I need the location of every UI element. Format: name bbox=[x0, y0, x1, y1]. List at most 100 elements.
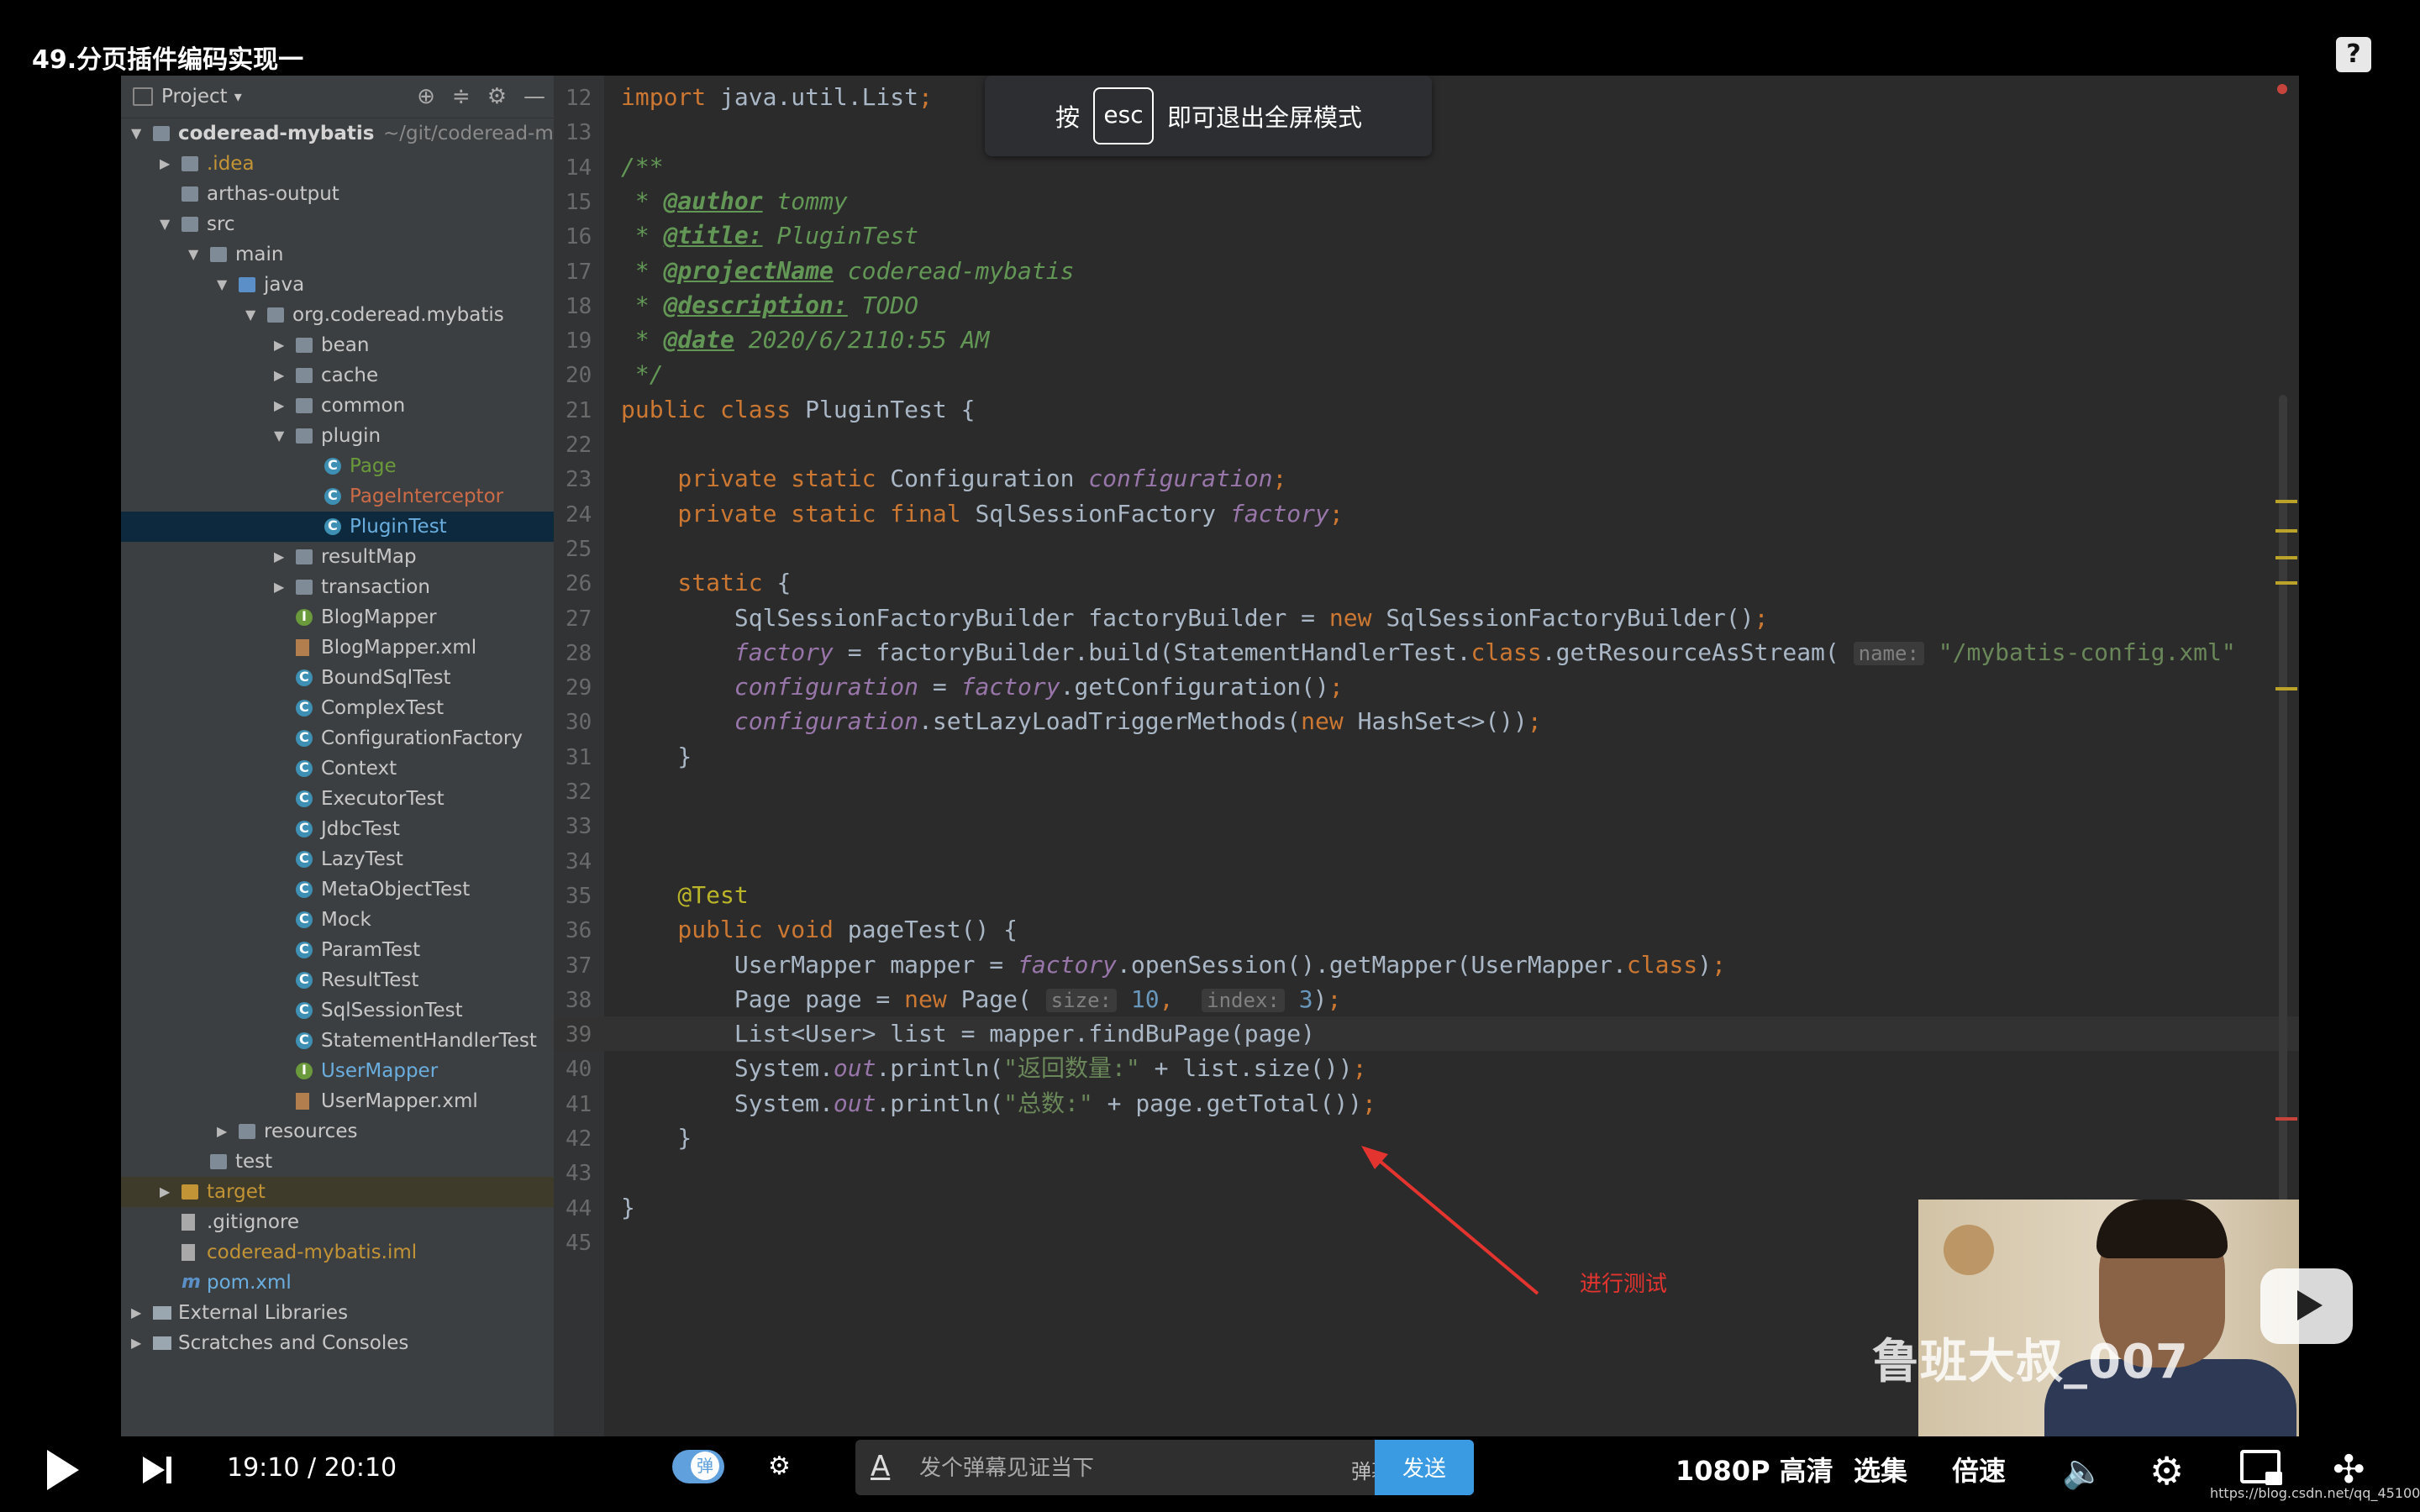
expanded-arrow-icon[interactable]: ▼ bbox=[131, 118, 145, 149]
tree-item[interactable]: ▼ coderead-mybatis ~/git/coderead-m bbox=[121, 118, 554, 149]
picture-in-picture-icon[interactable] bbox=[2240, 1450, 2282, 1485]
code-line[interactable]: 27 SqlSessionFactoryBuilder factoryBuild… bbox=[554, 601, 2299, 635]
tree-item[interactable]: coderead-mybatis.iml bbox=[121, 1237, 554, 1268]
code-line[interactable]: 23 private static Configuration configur… bbox=[554, 461, 2299, 496]
help-icon[interactable]: ? bbox=[2336, 37, 2371, 72]
expanded-arrow-icon[interactable]: ▼ bbox=[217, 270, 230, 300]
tree-item[interactable]: ConfigurationFactory bbox=[121, 722, 554, 753]
gear-icon[interactable]: ⚙ bbox=[487, 84, 507, 109]
code-line[interactable]: 31 } bbox=[554, 739, 2299, 774]
tree-item[interactable]: BoundSqlTest bbox=[121, 662, 554, 693]
error-marker[interactable] bbox=[2275, 1117, 2297, 1121]
code-line[interactable]: 17 * @projectName coderead-mybatis bbox=[554, 254, 2299, 288]
next-icon[interactable] bbox=[143, 1453, 171, 1487]
tree-item[interactable]: arthas-output bbox=[121, 179, 554, 209]
collapsed-arrow-icon[interactable]: ▶ bbox=[274, 360, 287, 391]
code-line[interactable]: 15 * @author tommy bbox=[554, 184, 2299, 218]
tree-item[interactable]: ▶ common bbox=[121, 391, 554, 421]
danmaku-toggle[interactable]: 弹 bbox=[672, 1450, 724, 1483]
danmaku-input[interactable] bbox=[918, 1450, 1324, 1487]
warning-marker[interactable] bbox=[2275, 687, 2297, 690]
expanded-arrow-icon[interactable]: ▼ bbox=[188, 239, 202, 270]
code-line[interactable]: 40 System.out.println("返回数量:" + list.siz… bbox=[554, 1051, 2299, 1085]
tree-item[interactable]: ▶ resultMap bbox=[121, 542, 554, 572]
code-line[interactable]: 24 private static final SqlSessionFactor… bbox=[554, 496, 2299, 531]
code-line[interactable]: 26 static { bbox=[554, 565, 2299, 600]
collapsed-arrow-icon[interactable]: ▶ bbox=[131, 1298, 145, 1328]
tree-item[interactable]: .gitignore bbox=[121, 1207, 554, 1237]
chevron-down-icon[interactable]: ▾ bbox=[234, 88, 242, 106]
text-style-icon[interactable]: A bbox=[871, 1450, 890, 1483]
tree-item[interactable]: PluginTest bbox=[121, 511, 554, 542]
code-line[interactable]: 20 */ bbox=[554, 357, 2299, 391]
tree-item[interactable]: ComplexTest bbox=[121, 692, 554, 723]
tree-item[interactable]: ▶ bean bbox=[121, 330, 554, 360]
episodes-button[interactable]: 选集 bbox=[1854, 1450, 1907, 1488]
tree-item[interactable]: BlogMapper bbox=[121, 601, 554, 633]
tree-item[interactable]: ▶ cache bbox=[121, 360, 554, 391]
project-panel-title[interactable]: Project bbox=[161, 86, 228, 108]
tree-item[interactable]: UserMapper.xml bbox=[121, 1086, 554, 1116]
collapsed-arrow-icon[interactable]: ▶ bbox=[274, 542, 287, 572]
code-line[interactable]: 36 public void pageTest() { bbox=[554, 912, 2299, 947]
tree-item[interactable]: PageInterceptor bbox=[121, 480, 554, 512]
collapsed-arrow-icon[interactable]: ▶ bbox=[131, 1328, 145, 1358]
code-line[interactable]: 18 * @description: TODO bbox=[554, 288, 2299, 323]
warning-marker[interactable] bbox=[2275, 500, 2297, 503]
tree-item[interactable]: ▶ Scratches and Consoles bbox=[121, 1328, 554, 1358]
warning-marker[interactable] bbox=[2275, 556, 2297, 559]
code-line[interactable]: 32 bbox=[554, 774, 2299, 808]
speed-button[interactable]: 倍速 bbox=[1952, 1450, 2006, 1488]
tree-item[interactable]: test bbox=[121, 1147, 554, 1177]
code-line[interactable]: 35 @Test bbox=[554, 878, 2299, 912]
locate-icon[interactable]: ⊕ bbox=[417, 84, 435, 109]
tree-item[interactable]: m pom.xml bbox=[121, 1268, 554, 1298]
code-line[interactable]: 39 List<User> list = mapper.findBuPage(p… bbox=[554, 1016, 2299, 1052]
collapsed-arrow-icon[interactable]: ▶ bbox=[160, 149, 173, 179]
tree-item[interactable]: Context bbox=[121, 753, 554, 784]
code-line[interactable]: 28 factory = factoryBuilder.build(Statem… bbox=[554, 635, 2299, 669]
volume-icon[interactable]: 🔈 bbox=[2062, 1452, 2104, 1491]
send-button[interactable]: 发送 bbox=[1375, 1440, 1474, 1495]
tree-item[interactable]: UserMapper bbox=[121, 1055, 554, 1086]
collapsed-arrow-icon[interactable]: ▶ bbox=[274, 391, 287, 421]
tree-item[interactable]: ▶ External Libraries bbox=[121, 1298, 554, 1328]
tree-item[interactable]: ▶ .idea bbox=[121, 149, 554, 179]
code-line[interactable]: 34 bbox=[554, 843, 2299, 878]
expanded-arrow-icon[interactable]: ▼ bbox=[160, 209, 173, 239]
danmaku-settings-icon[interactable]: ⚙ bbox=[768, 1452, 808, 1487]
tree-item[interactable]: ▶ transaction bbox=[121, 572, 554, 602]
code-line[interactable]: 38 Page page = new Page( size: 10, index… bbox=[554, 982, 2299, 1016]
tree-item[interactable]: JdbcTest bbox=[121, 813, 554, 844]
warning-marker[interactable] bbox=[2275, 581, 2297, 585]
tree-item[interactable]: BlogMapper.xml bbox=[121, 633, 554, 663]
tree-item[interactable]: ParamTest bbox=[121, 934, 554, 965]
tree-item[interactable]: ▼ main bbox=[121, 239, 554, 270]
error-indicator-icon[interactable] bbox=[2277, 84, 2287, 94]
code-line[interactable]: 25 bbox=[554, 531, 2299, 565]
code-line[interactable]: 30 configuration.setLazyLoadTriggerMetho… bbox=[554, 704, 2299, 738]
tree-item[interactable]: Page bbox=[121, 450, 554, 481]
collapsed-arrow-icon[interactable]: ▶ bbox=[274, 330, 287, 360]
code-line[interactable]: 22 bbox=[554, 427, 2299, 461]
minimize-icon[interactable]: — bbox=[523, 84, 545, 109]
code-line[interactable]: 19 * @date 2020/6/2110:55 AM bbox=[554, 323, 2299, 357]
tree-item[interactable]: ▼ plugin bbox=[121, 421, 554, 451]
collapsed-arrow-icon[interactable]: ▶ bbox=[160, 1177, 173, 1207]
tree-item[interactable]: LazyTest bbox=[121, 843, 554, 874]
tree-item[interactable]: ResultTest bbox=[121, 964, 554, 995]
tree-item[interactable]: MetaObjectTest bbox=[121, 874, 554, 905]
warning-marker[interactable] bbox=[2275, 529, 2297, 533]
editor-scrollbar[interactable] bbox=[2279, 395, 2287, 1319]
tree-item[interactable]: ▶ target bbox=[121, 1177, 554, 1207]
code-line[interactable]: 37 UserMapper mapper = factory.openSessi… bbox=[554, 948, 2299, 982]
collapsed-arrow-icon[interactable]: ▶ bbox=[217, 1116, 230, 1147]
code-line[interactable]: 33 bbox=[554, 808, 2299, 843]
tree-item[interactable]: ▼ org.coderead.mybatis bbox=[121, 300, 554, 330]
tree-item[interactable]: ▶ resources bbox=[121, 1116, 554, 1147]
tree-item[interactable]: ▼ java bbox=[121, 270, 554, 300]
tree-item[interactable]: SqlSessionTest bbox=[121, 995, 554, 1026]
tree-item[interactable]: ▼ src bbox=[121, 209, 554, 239]
settings-icon[interactable]: ⚙ bbox=[2149, 1448, 2184, 1494]
tree-item[interactable]: StatementHandlerTest bbox=[121, 1025, 554, 1056]
